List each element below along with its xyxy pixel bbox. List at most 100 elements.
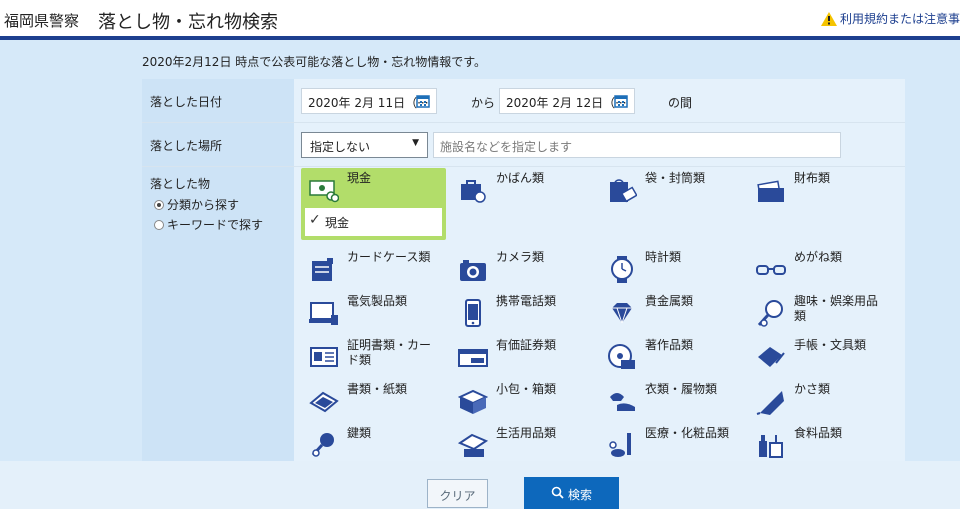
bag-icon <box>461 180 486 203</box>
place-row: 落とした場所 指定しない ▼ 施設名などを指定します <box>142 123 905 167</box>
place-label: 落とした場所 <box>142 123 294 166</box>
category-label: 時計類 <box>645 250 682 264</box>
category-food[interactable]: 食料品類 <box>748 423 893 461</box>
place-select[interactable]: 指定しない ▼ <box>301 132 428 158</box>
category-notebook[interactable]: 手帳・文具類 <box>748 335 893 375</box>
medical-icon <box>609 433 631 457</box>
category-label: 有価証券類 <box>496 338 557 352</box>
date-row: 落とした日付 2020年 2月 11日（··· から 2020年 2月 12日（… <box>142 79 905 123</box>
category-ticket[interactable]: 有価証券類 <box>450 335 595 375</box>
mode-category-radio[interactable]: 分類から探す <box>154 196 294 213</box>
place-input[interactable]: 施設名などを指定します <box>433 132 841 158</box>
check-icon: ✓ <box>309 212 321 228</box>
food-icon <box>759 435 783 458</box>
daily-goods-icon <box>458 433 488 457</box>
papers-icon <box>309 391 339 413</box>
category-label: 書類・紙類 <box>347 382 408 396</box>
category-clothes[interactable]: 衣類・履物類 <box>599 379 744 419</box>
disc-icon <box>608 344 635 369</box>
category-label: 現金 <box>347 171 372 185</box>
clothes-icon <box>610 393 635 411</box>
search-icon <box>551 486 564 499</box>
category-papers[interactable]: 書類・紙類 <box>301 379 446 419</box>
umbrella-icon <box>756 391 784 415</box>
category-wallet[interactable]: 財布類 <box>748 168 893 208</box>
category-phone[interactable]: 携帯電話類 <box>450 291 595 331</box>
phone-icon <box>465 299 481 327</box>
category-label: かさ類 <box>794 382 831 396</box>
category-label: 証明書類・カード類 <box>347 338 432 367</box>
key-icon <box>311 433 334 457</box>
category-label: 医療・化粧品類 <box>645 426 730 440</box>
radio-unchecked-icon <box>154 219 164 230</box>
date-label: 落とした日付 <box>142 79 294 122</box>
search-form: 落とした日付 2020年 2月 11日（··· から 2020年 2月 12日（… <box>142 79 905 461</box>
jewel-icon <box>612 303 632 324</box>
category-card-case[interactable]: カードケース類 <box>301 247 446 287</box>
calendar-icon[interactable] <box>614 94 628 108</box>
cash-icon <box>309 180 339 203</box>
category-bag[interactable]: かばん類 <box>450 168 595 208</box>
item-row: 落とした物 分類から探す キーワードで探す 現金 ✓ 現金 かばん類 袋・封筒類 <box>142 167 905 461</box>
category-hobby[interactable]: 趣味・娯楽用品類 <box>748 291 893 331</box>
clear-button[interactable]: クリア <box>427 479 488 508</box>
ticket-icon <box>458 349 488 367</box>
category-umbrella[interactable]: かさ類 <box>748 379 893 419</box>
subcategory-cash[interactable]: ✓ 現金 <box>305 208 442 236</box>
category-glasses[interactable]: めがね類 <box>748 247 893 287</box>
category-label: カードケース類 <box>347 250 431 264</box>
terms-link[interactable]: 利用規約または注意事 <box>820 10 960 27</box>
category-cash[interactable]: 現金 ✓ 現金 <box>301 168 446 240</box>
place-value-area: 指定しない ▼ 施設名などを指定します <box>294 123 905 166</box>
item-label-area: 落とした物 分類から探す キーワードで探す <box>142 167 294 461</box>
date-to-input[interactable]: 2020年 2月 12日（··· <box>499 88 635 114</box>
mode-keyword-radio[interactable]: キーワードで探す <box>154 216 294 233</box>
category-label: 財布類 <box>794 171 831 185</box>
notebook-icon <box>758 347 785 367</box>
category-label: カメラ類 <box>496 250 545 264</box>
mode-category-label: 分類から探す <box>167 198 240 212</box>
category-id-card[interactable]: 証明書類・カード類 <box>301 335 446 375</box>
category-label: 趣味・娯楽用品類 <box>794 294 879 323</box>
box-icon <box>458 389 488 414</box>
calendar-icon[interactable] <box>416 94 430 108</box>
range-between-text: の間 <box>668 96 693 110</box>
search-button[interactable]: 検索 <box>524 477 619 509</box>
category-label: めがね類 <box>794 250 843 264</box>
category-label: 鍵類 <box>347 426 372 440</box>
category-disc[interactable]: 著作品類 <box>599 335 744 375</box>
place-select-value: 指定しない <box>310 140 371 154</box>
category-grid: 現金 ✓ 現金 かばん類 袋・封筒類 財布類 カードケース類 カメラ類 時計類 … <box>294 167 905 461</box>
category-envelope[interactable]: 袋・封筒類 <box>599 168 744 208</box>
card-case-icon <box>312 258 333 281</box>
category-medical[interactable]: 医療・化粧品類 <box>599 423 744 461</box>
category-label: かばん類 <box>496 171 545 185</box>
date-from-text: 2020年 2月 11日（··· <box>308 96 429 110</box>
category-label: 小包・箱類 <box>496 382 557 396</box>
terms-link-label: 利用規約または注意事 <box>839 12 960 26</box>
category-jewel[interactable]: 貴金属類 <box>599 291 744 331</box>
category-camera[interactable]: カメラ類 <box>450 247 595 287</box>
category-label: 著作品類 <box>645 338 694 352</box>
category-electronics[interactable]: 電気製品類 <box>301 291 446 331</box>
category-daily-goods[interactable]: 生活用品類 <box>450 423 595 461</box>
footer-bar: クリア 検索 <box>0 461 960 509</box>
date-from-input[interactable]: 2020年 2月 11日（··· <box>301 88 437 114</box>
category-label: 衣類・履物類 <box>645 382 718 396</box>
range-from-text: から <box>471 96 496 110</box>
category-watch[interactable]: 時計類 <box>599 247 744 287</box>
dropdown-arrow-icon: ▼ <box>412 138 419 148</box>
intro-text: 2020年2月12日 時点で公表可能な落とし物・忘れ物情報です。 <box>142 55 487 69</box>
page-title: 落とし物・忘れ物検索 <box>98 12 278 33</box>
warning-icon <box>820 11 837 26</box>
category-box[interactable]: 小包・箱類 <box>450 379 595 419</box>
category-key[interactable]: 鍵類 <box>301 423 446 461</box>
envelope-icon <box>610 179 637 203</box>
electronics-icon <box>309 302 338 325</box>
search-mode-group: 分類から探す キーワードで探す <box>154 196 294 233</box>
category-label: 生活用品類 <box>496 426 557 440</box>
watch-icon <box>611 256 633 283</box>
camera-icon <box>460 260 486 281</box>
hobby-icon <box>757 300 783 327</box>
radio-checked-icon <box>154 199 164 210</box>
